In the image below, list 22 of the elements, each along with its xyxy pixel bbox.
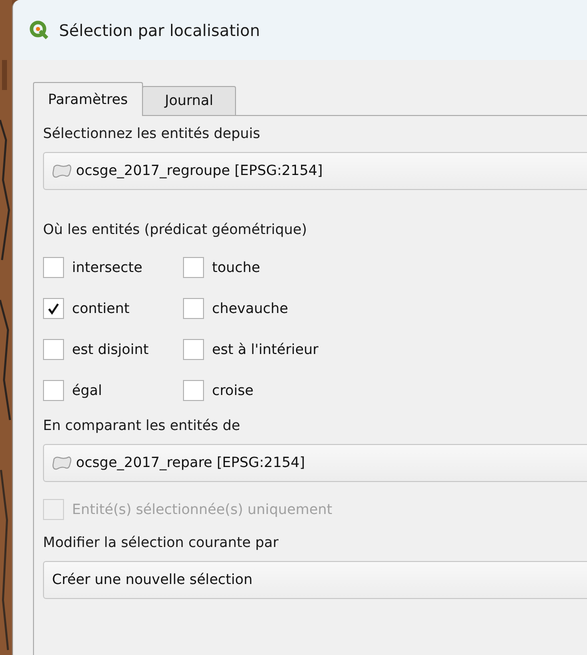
field-label: Sélectionnez les entités depuis bbox=[43, 125, 262, 144]
predicate-checkbox[interactable]: égal bbox=[43, 377, 183, 404]
predicate-checkbox[interactable]: est à l'intérieur bbox=[183, 336, 363, 363]
predicate-checkbox[interactable]: est disjoint bbox=[43, 336, 183, 363]
polygon-layer-icon bbox=[52, 164, 72, 178]
tab[interactable]: Paramètres bbox=[33, 82, 143, 116]
predicate-checkbox[interactable]: contient bbox=[43, 295, 183, 322]
app-logo-icon bbox=[29, 20, 49, 40]
layer-dropdown[interactable]: ocsge_2017_repare [EPSG:2154] bbox=[43, 444, 587, 482]
predicate-checkbox[interactable]: intersecte bbox=[43, 254, 183, 281]
tab[interactable]: Journal bbox=[142, 86, 236, 116]
field-label: Modifier la sélection courante par bbox=[43, 534, 280, 553]
field-label: Où les entités (prédicat géométrique) bbox=[43, 221, 308, 240]
field-label: En comparant les entités de bbox=[43, 417, 242, 436]
selection-mode-dropdown[interactable]: Créer une nouvelle sélection bbox=[43, 561, 587, 599]
window-title: Sélection par localisation bbox=[59, 20, 260, 40]
layer-dropdown[interactable]: ocsge_2017_regroupe [EPSG:2154] bbox=[43, 152, 587, 190]
polygon-layer-icon bbox=[52, 456, 72, 470]
predicate-checkbox[interactable]: touche bbox=[183, 254, 363, 281]
predicate-checkbox[interactable]: croise bbox=[183, 377, 363, 404]
checkmark-icon bbox=[47, 302, 60, 315]
predicate-checkbox[interactable]: chevauche bbox=[183, 295, 363, 322]
